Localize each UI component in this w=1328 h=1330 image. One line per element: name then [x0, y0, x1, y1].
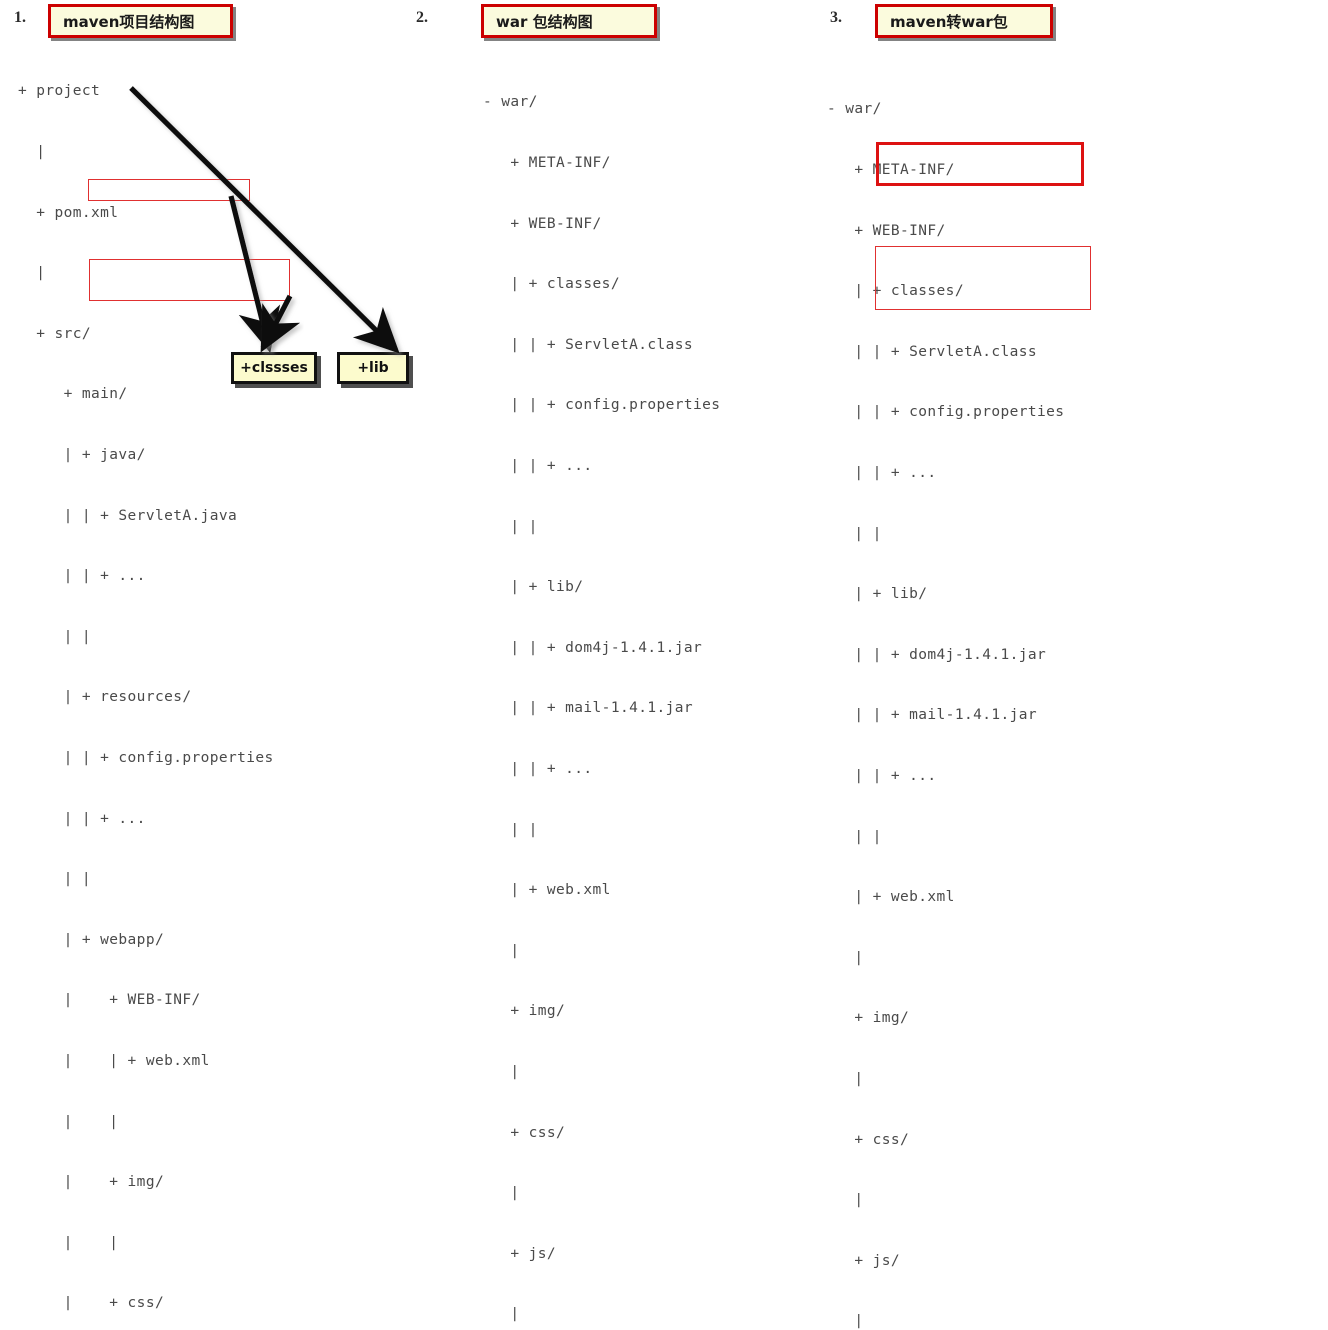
- section-title-box-1: maven项目结构图: [48, 4, 233, 38]
- tree-line: |: [18, 144, 46, 160]
- classes-output-box[interactable]: +clssses: [231, 352, 317, 384]
- war-package-tree: - war/ + META-INF/ + WEB-INF/ | + classe…: [483, 52, 720, 1330]
- tree-line: | + classes/: [827, 283, 964, 300]
- tree-line: | + img/: [18, 1174, 165, 1191]
- tree-line: | + lib/: [483, 579, 584, 596]
- tree-line: | |: [18, 871, 92, 888]
- section-number-2: 2.: [416, 9, 428, 26]
- tree-line: + WEB-INF/: [827, 222, 946, 239]
- tree-line: | | + mail-1.4.1.jar: [827, 707, 1037, 724]
- tree-line: |: [827, 1313, 864, 1330]
- tree-line: + js/: [483, 1245, 557, 1262]
- tree-line: |: [483, 942, 520, 959]
- lib-output-label: +lib: [357, 360, 389, 376]
- tree-line: |: [18, 265, 46, 282]
- section-title-label-2: war 包结构图: [496, 12, 593, 31]
- tree-line: + META-INF/: [483, 155, 611, 171]
- tree-line: |: [827, 949, 864, 966]
- tree-line: + META-INF/: [827, 162, 955, 178]
- section-number-1: 1.: [14, 9, 26, 26]
- tree-line: | | + ServletA.class: [827, 343, 1037, 360]
- tree-line: | | + config.properties: [18, 749, 274, 766]
- tree-line: | + classes/: [483, 276, 620, 293]
- tree-line: + img/: [827, 1010, 910, 1027]
- tree-line: | |: [18, 1113, 119, 1130]
- tree-line: | | + ...: [18, 568, 146, 585]
- tree-line: | |: [827, 525, 882, 542]
- tree-line: + js/: [827, 1252, 901, 1269]
- tree-line: | |: [827, 828, 882, 845]
- tree-line: + img/: [483, 1003, 566, 1020]
- tree-line: | | + config.properties: [827, 404, 1065, 421]
- section-number-3: 3.: [830, 9, 842, 26]
- tree-line: | | + ...: [483, 760, 593, 777]
- tree-line: |: [483, 1063, 520, 1080]
- tree-line: | | + ...: [827, 767, 937, 784]
- tree-line: |: [483, 1306, 520, 1323]
- tree-line: + WEB-INF/: [483, 215, 602, 232]
- diagram-canvas: 1. maven项目结构图 + project | + pom.xml | + …: [0, 0, 1328, 1329]
- tree-line: | | + config.properties: [483, 397, 721, 414]
- tree-line: | + web.xml: [483, 882, 611, 899]
- tree-line: | | + ServletA.class: [483, 336, 693, 353]
- tree-line: | | + web.xml: [18, 1052, 210, 1069]
- tree-line: + src/: [18, 325, 92, 342]
- lib-output-box[interactable]: +lib: [337, 352, 409, 384]
- tree-line: | | + dom4j-1.4.1.jar: [827, 646, 1047, 663]
- tree-line: | |: [483, 821, 538, 838]
- tree-line: | + java/: [18, 446, 146, 463]
- tree-line: | |: [483, 518, 538, 535]
- tree-line: | | + dom4j-1.4.1.jar: [483, 639, 703, 656]
- tree-line: | | + ServletA.java: [18, 507, 238, 524]
- tree-line: | + web.xml: [827, 889, 955, 906]
- tree-line: + main/: [18, 386, 128, 403]
- tree-line: + project: [18, 83, 101, 100]
- tree-line: | + resources/: [18, 689, 192, 706]
- maven-to-war-tree: - war/ + META-INF/ + WEB-INF/ | + classe…: [827, 59, 1064, 1330]
- tree-line: | | + mail-1.4.1.jar: [483, 700, 693, 717]
- section-title-label-1: maven项目结构图: [63, 12, 195, 31]
- tree-line: | |: [18, 628, 92, 645]
- maven-project-tree: + project | + pom.xml | + src/ + main/ |…: [18, 41, 274, 1330]
- section-title-label-3: maven转war包: [890, 12, 1008, 31]
- tree-line: - war/: [827, 101, 882, 118]
- tree-line: | | + ...: [483, 457, 593, 474]
- tree-line: |: [827, 1070, 864, 1087]
- tree-line: | | + ...: [827, 464, 937, 481]
- tree-line: + css/: [827, 1131, 910, 1148]
- tree-line: |: [483, 1185, 520, 1202]
- tree-line: | + WEB-INF/: [18, 992, 201, 1009]
- tree-line: | + css/: [18, 1295, 165, 1312]
- section-title-box-3: maven转war包: [875, 4, 1053, 38]
- tree-line: | + lib/: [827, 586, 928, 603]
- tree-line: | | + ...: [18, 810, 146, 827]
- tree-line: | + webapp/: [18, 931, 165, 948]
- tree-line: | |: [18, 1234, 119, 1251]
- tree-line: + pom.xml: [18, 204, 119, 221]
- section-title-box-2: war 包结构图: [481, 4, 657, 38]
- tree-line: - war/: [483, 94, 538, 111]
- tree-line: |: [827, 1192, 864, 1209]
- classes-output-label: +clssses: [240, 360, 308, 376]
- tree-line: + css/: [483, 1124, 566, 1141]
